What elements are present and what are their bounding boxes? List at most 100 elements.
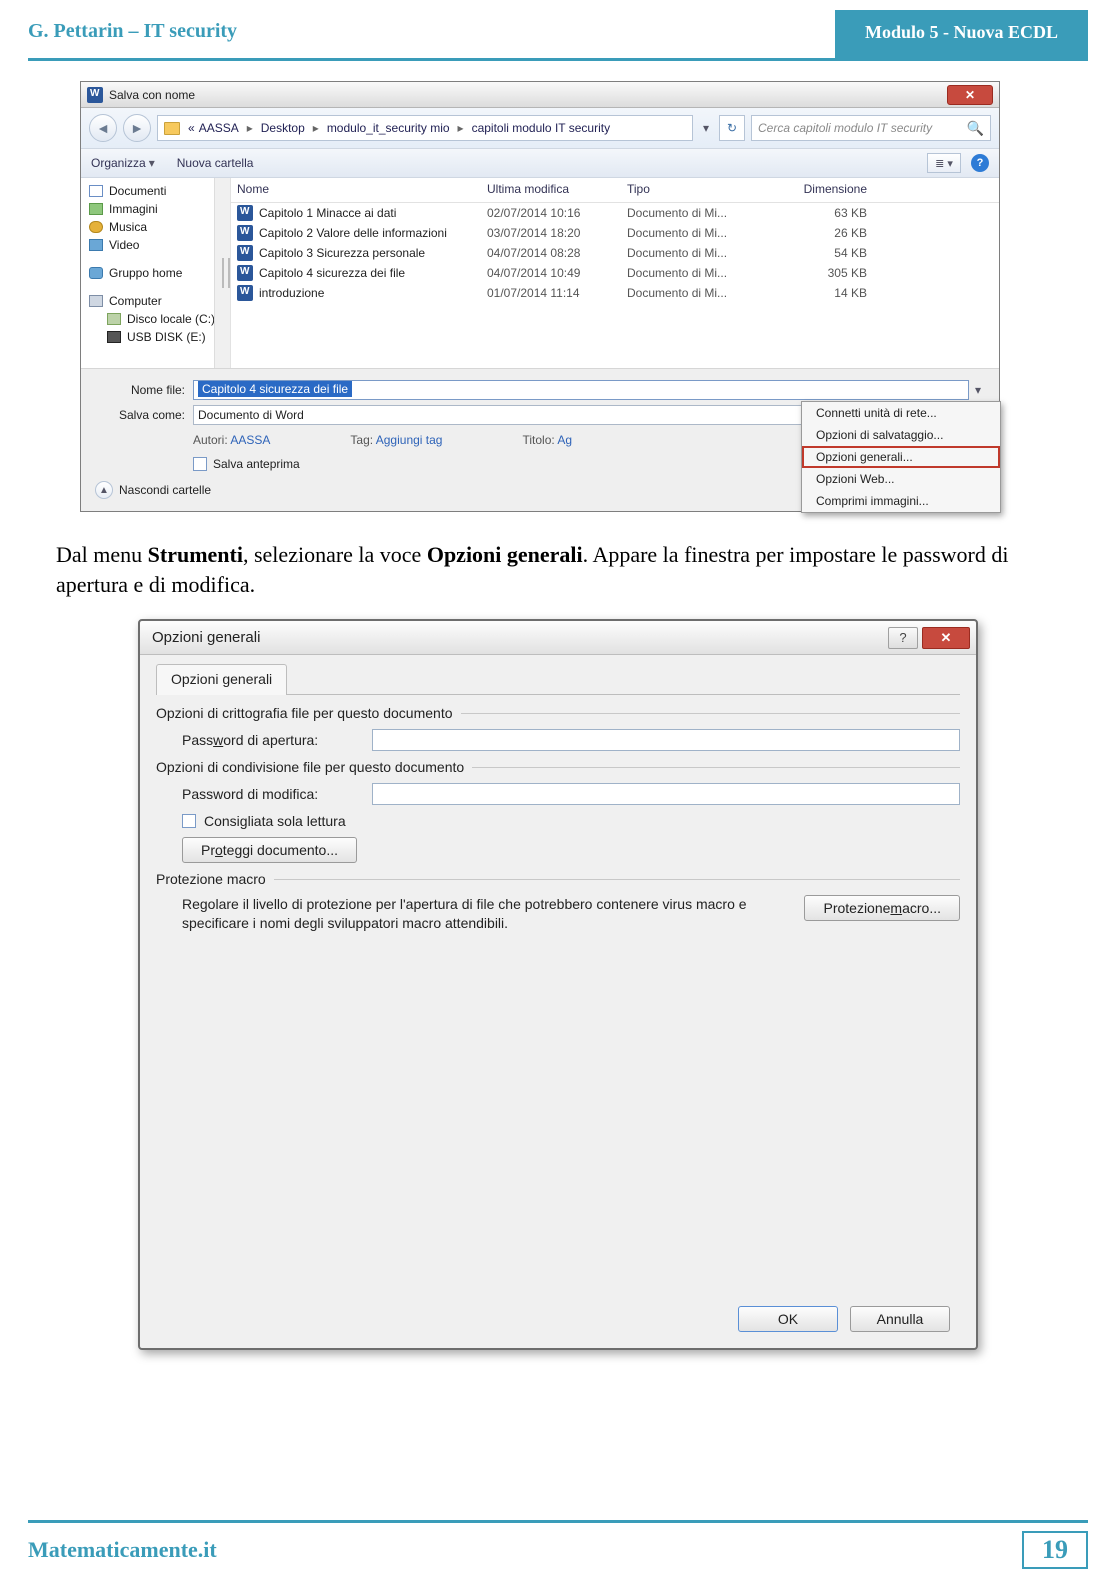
column-headers[interactable]: Nome Ultima modifica Tipo Dimensione: [231, 178, 999, 203]
nav-item-homegroup[interactable]: Gruppo home: [87, 264, 226, 282]
author-value[interactable]: AASSA: [230, 433, 270, 447]
nav-item-musica[interactable]: Musica: [87, 218, 226, 236]
password-modify-input[interactable]: [372, 783, 960, 805]
password-open-input[interactable]: [372, 729, 960, 751]
title-value[interactable]: Ag: [557, 433, 572, 447]
doc-module-badge: Modulo 5 - Nuova ECDL: [835, 10, 1088, 58]
crumb-prefix: «: [188, 121, 195, 135]
password-modify-label: Password di modifica:: [182, 786, 362, 802]
help-button[interactable]: ?: [971, 154, 989, 172]
file-row[interactable]: Capitolo 3 Sicurezza personale 04/07/201…: [231, 243, 999, 263]
word-icon: [237, 245, 253, 261]
view-button[interactable]: ≣: [927, 153, 961, 173]
file-row[interactable]: Capitolo 1 Minacce ai dati 02/07/2014 10…: [231, 203, 999, 223]
tabstrip: Opzioni generali: [156, 663, 960, 695]
breadcrumb-bar[interactable]: « AASSA▸ Desktop▸ modulo_it_security mio…: [157, 115, 693, 141]
dialog2-title: Opzioni generali: [152, 629, 260, 646]
crumb-0[interactable]: AASSA: [199, 121, 239, 135]
tools-item-netdrive[interactable]: Connetti unità di rete...: [802, 402, 1000, 424]
usb-icon: [107, 331, 121, 343]
tag-label: Tag:: [350, 433, 373, 447]
word-icon: [237, 265, 253, 281]
word-icon: [237, 205, 253, 221]
hide-folders-label[interactable]: Nascondi cartelle: [119, 483, 211, 497]
search-input[interactable]: Cerca capitoli modulo IT security 🔍: [751, 115, 991, 141]
macro-protection-button[interactable]: Protezione macro...: [804, 895, 960, 921]
instruction-paragraph: Dal menu Strumenti, selezionare la voce …: [56, 540, 1060, 599]
tools-item-save-options[interactable]: Opzioni di salvataggio...: [802, 424, 1000, 446]
tag-value[interactable]: Aggiungi tag: [376, 433, 443, 447]
crumb-2[interactable]: modulo_it_security mio: [327, 121, 450, 135]
word-icon: [237, 225, 253, 241]
cancel-button[interactable]: Annulla: [850, 1306, 950, 1332]
dialog-titlebar: Salva con nome ✕: [81, 82, 999, 108]
file-row[interactable]: introduzione 01/07/2014 11:14 Documento …: [231, 283, 999, 303]
save-as-dialog: Salva con nome ✕ ◄ ► « AASSA▸ Desktop▸ m…: [80, 81, 1000, 512]
general-options-dialog: Opzioni generali ? ✕ Opzioni generali Op…: [138, 619, 978, 1349]
save-preview-checkbox[interactable]: [193, 457, 207, 471]
search-placeholder: Cerca capitoli modulo IT security: [758, 121, 932, 135]
readonly-label: Consigliata sola lettura: [204, 813, 346, 829]
folder-icon: [164, 122, 180, 135]
footer-site: Matematicamente.it: [28, 1537, 217, 1563]
file-row[interactable]: Capitolo 2 Valore delle informazioni 03/…: [231, 223, 999, 243]
refresh-button[interactable]: ↻: [719, 115, 745, 141]
splitter-handle[interactable]: [222, 258, 230, 288]
crumb-1[interactable]: Desktop: [261, 121, 305, 135]
dropdown-caret-icon[interactable]: ▾: [699, 121, 713, 135]
tools-item-compress-images[interactable]: Comprimi immagini...: [802, 490, 1000, 512]
search-icon: 🔍: [967, 120, 984, 137]
nav-pane: Documenti Immagini Musica Video Gruppo h…: [81, 178, 231, 368]
col-date[interactable]: Ultima modifica: [487, 182, 627, 196]
filename-dropdown-icon[interactable]: ▾: [969, 383, 987, 397]
file-row[interactable]: Capitolo 4 sicurezza dei file 04/07/2014…: [231, 263, 999, 283]
author-label: Autori:: [193, 433, 228, 447]
pictures-icon: [89, 203, 103, 215]
word-icon: [237, 285, 253, 301]
page-number: 19: [1022, 1531, 1088, 1569]
word-icon: [87, 87, 103, 103]
homegroup-icon: [89, 267, 103, 279]
group-macro-label: Protezione macro: [156, 871, 266, 887]
back-button[interactable]: ◄: [89, 114, 117, 142]
computer-icon: [89, 295, 103, 307]
crumb-3[interactable]: capitoli modulo IT security: [472, 121, 611, 135]
help-button[interactable]: ?: [888, 627, 918, 649]
file-list: Nome Ultima modifica Tipo Dimensione Cap…: [231, 178, 999, 368]
nav-item-video[interactable]: Video: [87, 236, 226, 254]
video-icon: [89, 239, 103, 251]
new-folder-button[interactable]: Nuova cartella: [177, 156, 254, 170]
group-share-label: Opzioni di condivisione file per questo …: [156, 759, 464, 775]
nav-item-documenti[interactable]: Documenti: [87, 182, 226, 200]
tab-general-options[interactable]: Opzioni generali: [156, 664, 287, 695]
col-name[interactable]: Nome: [237, 182, 487, 196]
hide-folders-toggle[interactable]: ▲: [95, 481, 113, 499]
filename-label: Nome file:: [93, 383, 193, 397]
ok-button[interactable]: OK: [738, 1306, 838, 1332]
header-divider: [28, 58, 1088, 61]
drive-icon: [107, 313, 121, 325]
dialog2-titlebar: Opzioni generali ? ✕: [140, 621, 976, 655]
nav-item-computer[interactable]: Computer: [87, 292, 226, 310]
close-button[interactable]: ✕: [947, 85, 993, 105]
macro-description: Regolare il livello di protezione per l'…: [182, 895, 788, 931]
tools-item-web-options[interactable]: Opzioni Web...: [802, 468, 1000, 490]
music-icon: [89, 221, 103, 233]
nav-item-drive-c[interactable]: Disco locale (C:): [105, 310, 226, 328]
dialog-title: Salva con nome: [109, 88, 195, 102]
protect-document-button[interactable]: Proteggi documento...: [182, 837, 357, 863]
close-button[interactable]: ✕: [922, 627, 970, 649]
readonly-checkbox[interactable]: [182, 814, 196, 828]
col-size[interactable]: Dimensione: [767, 182, 867, 196]
organize-menu[interactable]: Organizza: [91, 156, 155, 170]
col-type[interactable]: Tipo: [627, 182, 767, 196]
nav-item-drive-usb[interactable]: USB DISK (E:): [105, 328, 226, 346]
save-preview-label: Salva anteprima: [213, 457, 300, 471]
address-row: ◄ ► « AASSA▸ Desktop▸ modulo_it_security…: [81, 108, 999, 149]
file-toolbar: Organizza Nuova cartella ≣ ?: [81, 149, 999, 178]
tools-item-general-options[interactable]: Opzioni generali...: [802, 446, 1000, 468]
title-label: Titolo:: [522, 433, 554, 447]
nav-item-immagini[interactable]: Immagini: [87, 200, 226, 218]
forward-button[interactable]: ►: [123, 114, 151, 142]
filename-input[interactable]: Capitolo 4 sicurezza dei file: [193, 380, 969, 400]
